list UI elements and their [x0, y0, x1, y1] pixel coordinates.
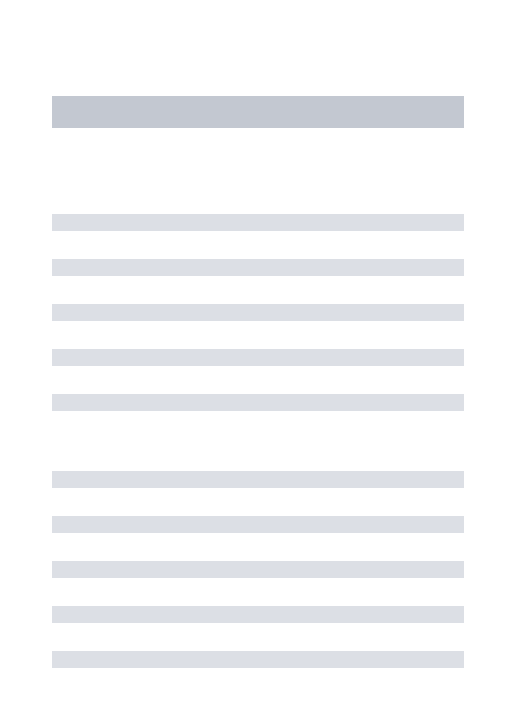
skeleton-header — [52, 96, 464, 128]
skeleton-line — [52, 651, 464, 668]
skeleton-line — [52, 561, 464, 578]
skeleton-line — [52, 259, 464, 276]
skeleton-line — [52, 606, 464, 623]
skeleton-line — [52, 394, 464, 411]
skeleton-line — [52, 516, 464, 533]
skeleton-line — [52, 304, 464, 321]
skeleton-line — [52, 214, 464, 231]
skeleton-line — [52, 471, 464, 488]
skeleton-line — [52, 349, 464, 366]
